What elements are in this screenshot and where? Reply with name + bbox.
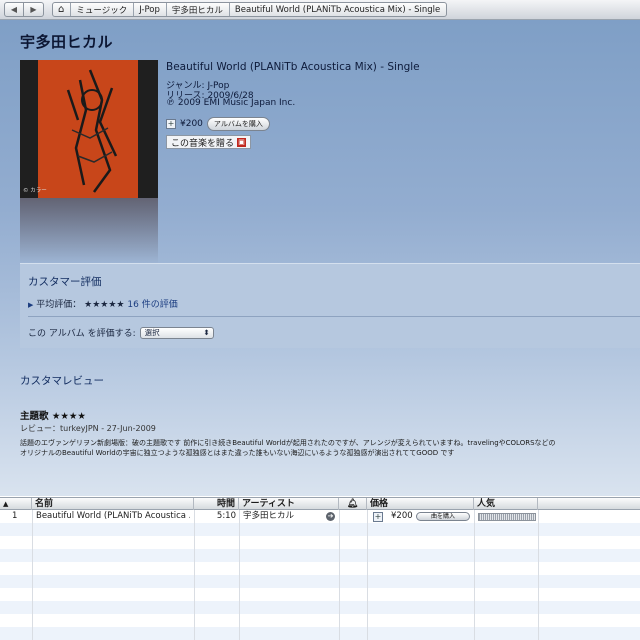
column-divider: [367, 510, 368, 640]
rate-album-row: この アルバム を評価する: 選択 ⬍: [28, 326, 214, 339]
divider: [28, 316, 640, 317]
ratings-title: カスタマー評価: [28, 276, 102, 288]
rating-select-value: 選択: [144, 328, 160, 337]
breadcrumb: ⌂ ミュージック J-Pop 宇多田ヒカル Beautiful World (P…: [52, 2, 448, 17]
column-divider: [32, 510, 33, 640]
column-header-num[interactable]: ▲: [0, 498, 32, 510]
breadcrumb-genre[interactable]: J-Pop: [134, 3, 167, 16]
album-title: Beautiful World (PLANiTb Acoustica Mix) …: [166, 61, 420, 73]
popularity-bar: [478, 513, 536, 521]
back-button[interactable]: ◀: [4, 2, 24, 17]
cover-art-figure: [66, 69, 118, 193]
column-header-time[interactable]: 時間: [194, 498, 239, 510]
select-arrows-icon: ⬍: [203, 328, 210, 337]
track-time: 5:10: [216, 511, 236, 521]
rating-count: 16 件の評価: [127, 300, 178, 310]
gift-music-button[interactable]: この音楽を贈る ▣: [166, 135, 252, 149]
home-icon: ⌂: [58, 3, 65, 15]
column-header-popularity[interactable]: 人気: [474, 498, 538, 510]
review-heading: 主題歌 ★★★★: [20, 408, 86, 422]
column-header-name[interactable]: 名前: [32, 498, 194, 510]
column-divider: [339, 510, 340, 640]
add-track-icon[interactable]: +: [373, 512, 383, 522]
column-divider: [194, 510, 195, 640]
review-body-line-1: 話題のエヴァンゲリヲン新劇場版：破の主題歌です 前作に引き続きBeautiful…: [20, 439, 556, 447]
cover-reflection: [20, 198, 158, 264]
column-divider: [239, 510, 240, 640]
forward-arrow-icon: ▶: [30, 5, 37, 14]
table-row[interactable]: 1 Beautiful World (PLANiTb Acoustica ...…: [0, 510, 640, 523]
review-title: 主題歌: [20, 411, 49, 422]
buy-song-button[interactable]: 曲を購入: [416, 512, 470, 521]
average-rating-stars: ★★★★★: [84, 300, 125, 310]
empty-row: [0, 627, 640, 640]
indicator-icon: ▲: [3, 500, 9, 508]
navigation-bar: ◀ ▶ ⌂ ミュージック J-Pop 宇多田ヒカル Beautiful Worl…: [0, 0, 640, 20]
empty-row: [0, 523, 640, 536]
average-rating[interactable]: ▶ 平均評価： ★★★★★ 16 件の評価: [28, 297, 178, 310]
column-header-artist[interactable]: アーティスト: [239, 498, 339, 510]
column-divider: [538, 510, 539, 640]
buy-album-button[interactable]: アルバムを購入: [206, 117, 270, 131]
empty-row: [0, 536, 640, 549]
reviews-title: カスタマレビュー: [20, 375, 104, 387]
column-header-alert[interactable]: 🔔︎: [339, 498, 367, 510]
album-price: ¥200: [180, 119, 203, 129]
column-header-price[interactable]: 価格: [367, 498, 474, 510]
tracklist-body: 1 Beautiful World (PLANiTb Acoustica ...…: [0, 510, 640, 640]
forward-button[interactable]: ▶: [24, 2, 44, 17]
empty-row: [0, 562, 640, 575]
disclosure-triangle-icon: ▶: [28, 301, 34, 309]
bell-icon: 🔔︎: [346, 499, 359, 509]
track-artist[interactable]: 宇多田ヒカル: [243, 510, 323, 523]
rating-select[interactable]: 選択 ⬍: [139, 326, 214, 339]
track-price: ¥200: [391, 511, 413, 521]
empty-row: [0, 588, 640, 601]
rate-album-label: この アルバム を評価する:: [28, 329, 136, 339]
go-to-artist-arrow-icon[interactable]: ➔: [326, 512, 335, 521]
empty-row: [0, 575, 640, 588]
empty-row: [0, 614, 640, 627]
review-body-line-2: オリジナルのBeautiful Worldの宇宙に独立つような孤独感とはまた違っ…: [20, 449, 455, 457]
average-rating-label: 平均評価：: [36, 300, 82, 310]
cover-text: © カラー: [23, 188, 47, 194]
breadcrumb-artist[interactable]: 宇多田ヒカル: [167, 3, 230, 16]
add-album-icon[interactable]: +: [166, 119, 176, 129]
review-stars: ★★★★: [51, 411, 86, 422]
album-cover[interactable]: © カラー: [20, 60, 158, 198]
album-price-row: + ¥200 アルバムを購入: [166, 117, 270, 131]
tracklist-header: ▲ 名前 時間 アーティスト 🔔︎ 価格 人気: [0, 497, 640, 510]
gift-icon: ▣: [237, 137, 247, 147]
breadcrumb-home[interactable]: ⌂: [53, 3, 72, 16]
track-name: Beautiful World (PLANiTb Acoustica ...: [36, 511, 190, 521]
empty-row: [0, 601, 640, 614]
artist-name[interactable]: 宇多田ヒカル: [20, 31, 113, 52]
review-meta: レビュー：turkeyJPN - 27-Jun-2009: [20, 424, 156, 433]
gift-label: この音楽を贈る: [171, 138, 235, 149]
store-page: 宇多田ヒカル © カラー Beautiful World (PLANiTb Ac…: [0, 20, 640, 496]
column-divider: [474, 510, 475, 640]
track-number: 1: [12, 511, 18, 521]
album-copyright: ℗ 2009 EMI Music Japan Inc.: [166, 98, 296, 108]
back-arrow-icon: ◀: [10, 5, 18, 14]
customer-ratings-panel: カスタマー評価 ▶ 平均評価： ★★★★★ 16 件の評価 この アルバム を評…: [20, 263, 640, 348]
breadcrumb-album[interactable]: Beautiful World (PLANiTb Acoustica Mix) …: [230, 3, 446, 16]
breadcrumb-music[interactable]: ミュージック: [71, 3, 135, 16]
empty-row: [0, 549, 640, 562]
